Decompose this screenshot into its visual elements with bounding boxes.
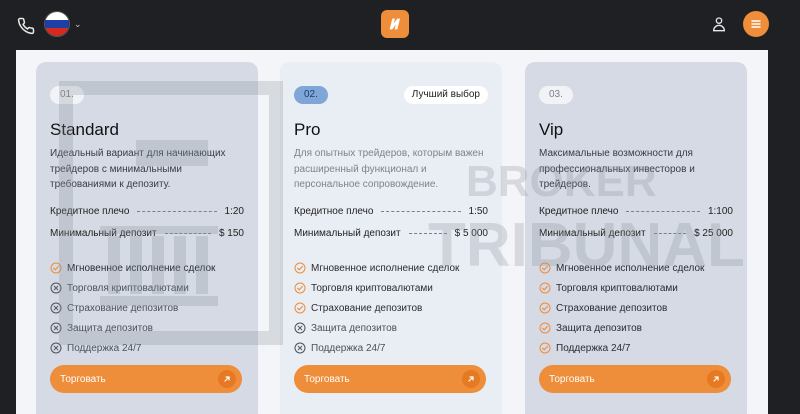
- x-circle-icon: [50, 342, 62, 354]
- spec-min-deposit: Минимальный депозит $ 150: [50, 228, 244, 239]
- x-circle-icon: [50, 302, 62, 314]
- feature-item: Торговля криптовалютами: [50, 278, 215, 298]
- plan-card-standard: 01. Standard Идеальный вариант для начин…: [36, 62, 258, 414]
- phone-icon[interactable]: [14, 14, 38, 38]
- feature-item: Страхование депозитов: [50, 298, 215, 318]
- hamburger-menu-icon[interactable]: [743, 11, 769, 37]
- feature-item: Торговля криптовалютами: [539, 278, 704, 298]
- spec-leverage: Кредитное плечо 1:20: [50, 206, 244, 217]
- feature-item: Поддержка 24/7: [539, 338, 704, 358]
- user-icon[interactable]: [708, 13, 730, 35]
- check-circle-icon: [294, 302, 306, 314]
- x-circle-icon: [50, 282, 62, 294]
- feature-item: Защита депозитов: [294, 318, 459, 338]
- arrow-up-right-icon: [218, 370, 236, 388]
- broker-logo-icon[interactable]: [381, 10, 409, 38]
- feature-list: Мгновенное исполнение сделок Торговля кр…: [294, 258, 459, 358]
- feature-item: Защита депозитов: [539, 318, 704, 338]
- plan-title: Vip: [539, 120, 564, 139]
- check-circle-icon: [539, 282, 551, 294]
- check-circle-icon: [50, 262, 62, 274]
- russia-flag-icon: [44, 11, 70, 37]
- check-circle-icon: [539, 302, 551, 314]
- plan-title: Standard: [50, 120, 119, 139]
- feature-item: Защита депозитов: [50, 318, 215, 338]
- spec-min-deposit: Минимальный депозит $ 25 000: [539, 228, 733, 239]
- pricing-section: 01. Standard Идеальный вариант для начин…: [16, 50, 768, 414]
- plan-description: Для опытных трейдеров, которым важен рас…: [294, 148, 484, 190]
- x-circle-icon: [294, 342, 306, 354]
- arrow-up-right-icon: [707, 370, 725, 388]
- best-choice-badge: Лучший выбор: [403, 86, 488, 104]
- plan-description: Идеальный вариант для начинающих трейдер…: [50, 148, 226, 190]
- plan-number: 03.: [539, 86, 573, 104]
- feature-item: Мгновенное исполнение сделок: [539, 258, 704, 278]
- trade-button[interactable]: Торговать: [50, 365, 242, 393]
- check-circle-icon: [539, 262, 551, 274]
- plan-number: 01.: [50, 86, 84, 104]
- spec-leverage: Кредитное плечо 1:50: [294, 206, 488, 217]
- feature-list: Мгновенное исполнение сделок Торговля кр…: [539, 258, 704, 358]
- plan-description: Максимальные возможности для профессиона…: [539, 148, 695, 190]
- feature-item: Мгновенное исполнение сделок: [50, 258, 215, 278]
- plan-title: Pro: [294, 120, 321, 139]
- x-circle-icon: [50, 322, 62, 334]
- plan-card-vip: 03. Vip Максимальные возможности для про…: [525, 62, 747, 414]
- x-circle-icon: [294, 322, 306, 334]
- feature-item: Мгновенное исполнение сделок: [294, 258, 459, 278]
- check-circle-icon: [539, 342, 551, 354]
- arrow-up-right-icon: [462, 370, 480, 388]
- feature-item: Поддержка 24/7: [50, 338, 215, 358]
- feature-item: Поддержка 24/7: [294, 338, 459, 358]
- trade-button[interactable]: Торговать: [294, 365, 486, 393]
- feature-item: Торговля криптовалютами: [294, 278, 459, 298]
- spec-leverage: Кредитное плечо 1:100: [539, 206, 733, 217]
- feature-item: Страхование депозитов: [294, 298, 459, 318]
- plan-card-pro: 02. Лучший выбор Pro Для опытных трейдер…: [280, 62, 502, 414]
- feature-item: Страхование депозитов: [539, 298, 704, 318]
- check-circle-icon: [539, 322, 551, 334]
- trade-button[interactable]: Торговать: [539, 365, 731, 393]
- plan-number: 02.: [294, 86, 328, 104]
- check-circle-icon: [294, 282, 306, 294]
- check-circle-icon: [294, 262, 306, 274]
- chevron-down-icon: ⌄: [74, 18, 82, 29]
- feature-list: Мгновенное исполнение сделок Торговля кр…: [50, 258, 215, 358]
- spec-min-deposit: Минимальный депозит $ 5 000: [294, 228, 488, 239]
- language-selector[interactable]: ⌄: [44, 10, 82, 38]
- top-bar: ⌄: [0, 0, 800, 50]
